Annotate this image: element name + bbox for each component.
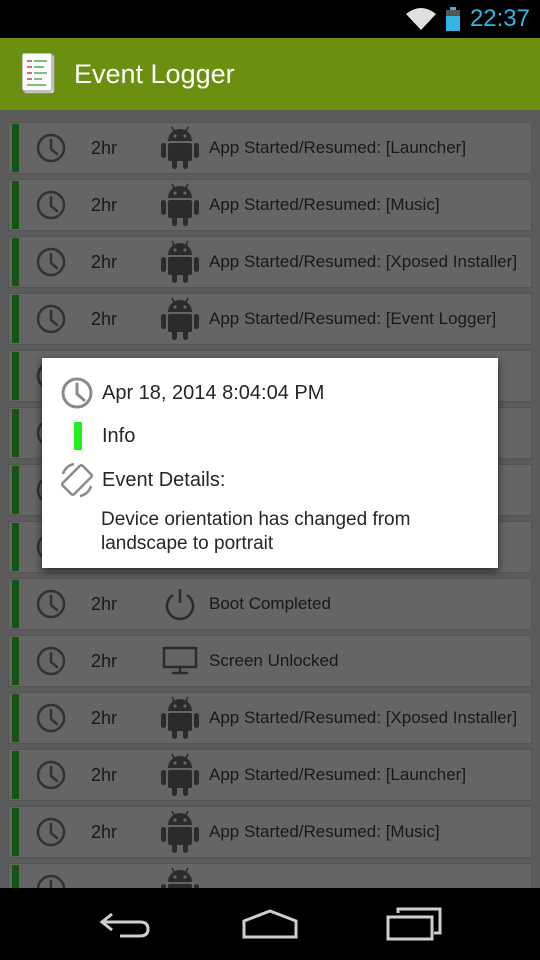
wifi-icon — [405, 8, 436, 30]
status-time: 22:37 — [469, 5, 530, 32]
event-detail-dialog: Apr 18, 2014 8:04:04 PM Info Event Detai… — [42, 358, 498, 568]
event-timestamp: Apr 18, 2014 8:04:04 PM — [102, 381, 325, 404]
back-icon[interactable] — [98, 908, 154, 940]
screen-rotation-icon — [61, 462, 93, 498]
level-row: Info — [60, 422, 135, 450]
event-level: Info — [102, 424, 136, 447]
app-logo-icon[interactable] — [22, 53, 58, 95]
clock-icon — [61, 377, 93, 409]
event-details-text: Device orientation has changed from land… — [101, 509, 411, 554]
timestamp-row: Apr 18, 2014 8:04:04 PM — [60, 376, 324, 410]
status-bar: 22:37 — [0, 0, 540, 38]
home-icon[interactable] — [241, 909, 299, 939]
battery-icon — [445, 7, 460, 31]
navigation-bar — [0, 888, 540, 960]
details-row: Event Details: — [60, 462, 225, 498]
app-title: Event Logger — [74, 58, 235, 89]
recent-apps-icon[interactable] — [386, 907, 442, 941]
level-indicator — [74, 422, 82, 450]
action-bar: Event Logger — [0, 38, 540, 116]
event-details-label: Event Details: — [102, 468, 226, 491]
